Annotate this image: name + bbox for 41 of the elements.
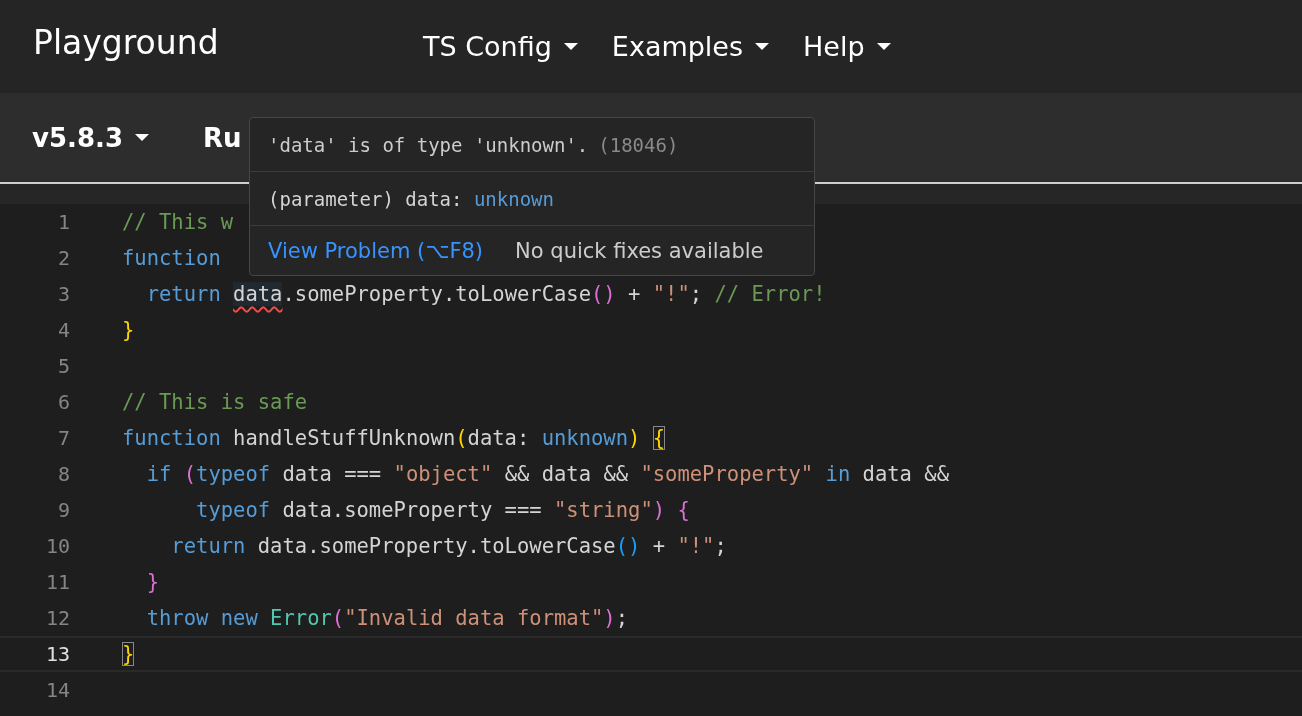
line-number: 10 bbox=[44, 534, 70, 558]
code-line: // This w bbox=[122, 210, 234, 234]
error-message: 'data' is of type 'unknown'. bbox=[268, 133, 589, 156]
app-title: Playground bbox=[33, 23, 220, 62]
code-line: } bbox=[122, 642, 135, 666]
nav-menu[interactable]: Help bbox=[803, 31, 891, 62]
line-number: 1 bbox=[56, 210, 70, 234]
code-line: throw new Error("Invalid data format"); bbox=[145, 606, 629, 630]
code-line: if (typeof data === "object" && data && "someProperty" in data && bbox=[145, 462, 949, 486]
caret-icon bbox=[755, 43, 770, 50]
code-line: function bbox=[122, 246, 222, 270]
code-line: } bbox=[122, 318, 135, 342]
view-problem-link[interactable]: View Problem (⌥F8) bbox=[268, 238, 484, 263]
line-number: 2 bbox=[56, 246, 70, 270]
line-number: 5 bbox=[56, 354, 70, 378]
line-number: 11 bbox=[44, 570, 70, 594]
run-button[interactable]: Ru bbox=[203, 122, 242, 153]
caret-icon bbox=[876, 43, 891, 50]
type-signature: (parameter) data: unknown bbox=[268, 187, 554, 210]
line-number: 13 bbox=[44, 642, 70, 666]
quick-fix-note: No quick fixes available bbox=[515, 238, 764, 263]
version-menu[interactable]: v5.8.3 bbox=[32, 122, 149, 153]
code-line: typeof data.someProperty === "string") { bbox=[195, 498, 690, 522]
code-line: return data.someProperty.toLowerCase() + "!"; bbox=[170, 534, 727, 558]
line-number: 12 bbox=[44, 606, 70, 630]
nav-menu[interactable]: Examples bbox=[611, 31, 770, 62]
line-number: 14 bbox=[44, 678, 70, 702]
code-line: function handleStuffUnknown(data: unknown) { bbox=[122, 426, 666, 450]
line-number: 3 bbox=[56, 282, 70, 306]
line-number: 7 bbox=[56, 426, 70, 450]
line-number: 8 bbox=[56, 462, 70, 486]
nav-menu[interactable]: TS Config bbox=[423, 31, 578, 62]
caret-icon bbox=[135, 134, 149, 141]
caret-icon bbox=[563, 43, 578, 50]
line-number: 9 bbox=[56, 498, 70, 522]
error-code: (18046) bbox=[598, 133, 679, 156]
code-line: // This is safe bbox=[122, 390, 308, 414]
line-number: 6 bbox=[56, 390, 70, 414]
code-line: return data.someProperty.toLowerCase() + "!"; // Error! bbox=[145, 282, 826, 306]
line-number: 4 bbox=[56, 318, 70, 342]
code-line: } bbox=[145, 570, 160, 594]
